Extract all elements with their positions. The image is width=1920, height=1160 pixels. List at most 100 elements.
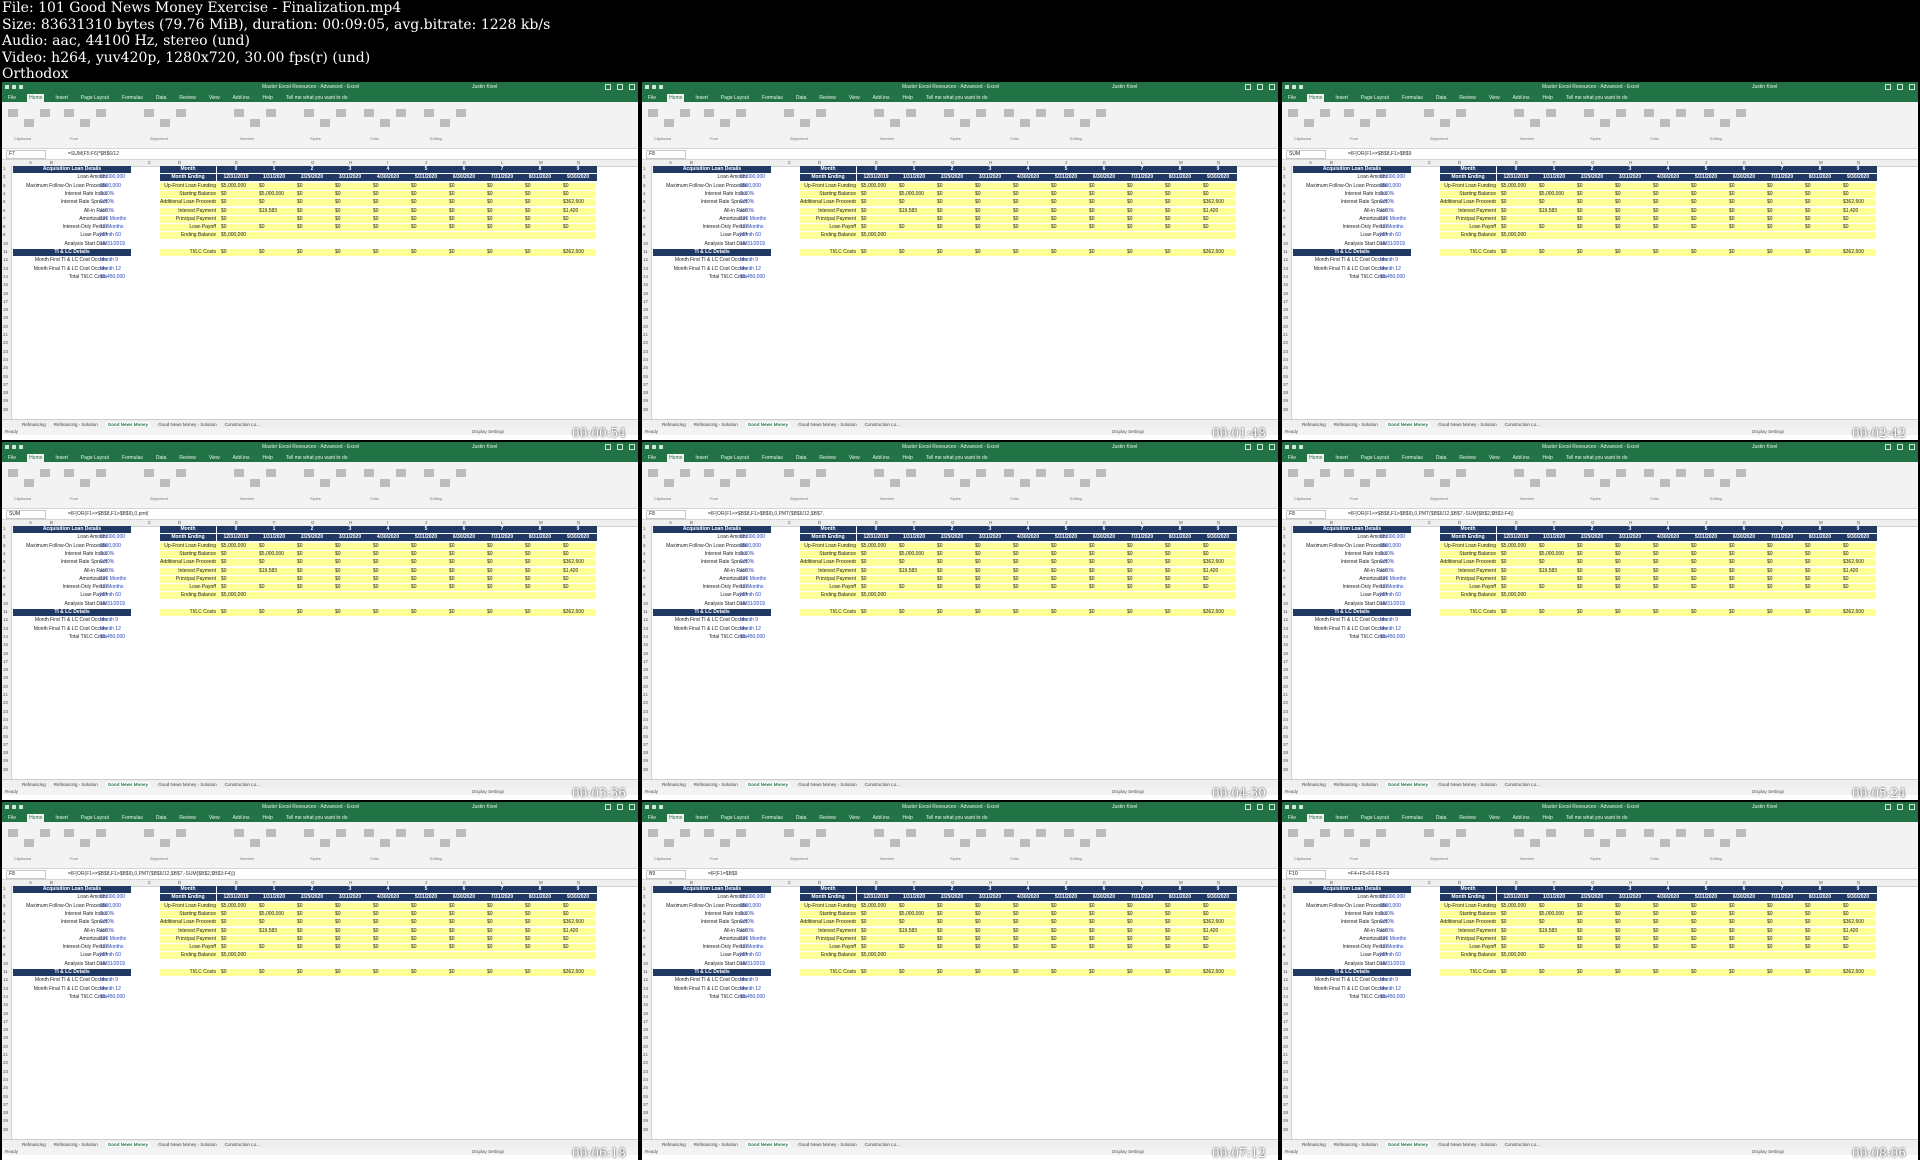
row-header[interactable]: 16 <box>643 1011 648 1016</box>
ribbon-icon[interactable] <box>1064 109 1074 117</box>
ribbon-icon[interactable] <box>456 829 466 837</box>
ribbon-icon[interactable] <box>1440 839 1450 847</box>
row-header[interactable]: 3 <box>3 543 6 548</box>
tab-tell-me-what-you-want-to-do[interactable]: Tell me what you want to do <box>1564 454 1630 462</box>
row-header[interactable]: 19 <box>3 675 8 680</box>
name-box[interactable]: F10 <box>1286 869 1326 879</box>
tab-home[interactable]: Home <box>667 454 685 462</box>
row-header[interactable]: 17 <box>1283 659 1288 664</box>
row-header[interactable]: 27 <box>3 382 8 387</box>
ribbon-icon[interactable] <box>250 839 260 847</box>
row-header[interactable]: 17 <box>643 659 648 664</box>
tab-tell-me-what-you-want-to-do[interactable]: Tell me what you want to do <box>1564 94 1630 102</box>
tab-add-ins[interactable]: Add-ins <box>1511 814 1532 822</box>
row-header[interactable]: 2 <box>1283 894 1286 899</box>
tab-view[interactable]: View <box>847 94 862 102</box>
column-header[interactable]: N <box>577 880 580 885</box>
tab-tell-me-what-you-want-to-do[interactable]: Tell me what you want to do <box>284 94 350 102</box>
ribbon-icon[interactable] <box>720 119 730 127</box>
formula-input[interactable]: =IF(F1=$B$9 <box>708 871 737 877</box>
row-header[interactable]: 25 <box>3 725 8 730</box>
row-header[interactable]: 18 <box>1283 307 1288 312</box>
row-header[interactable]: 17 <box>643 1019 648 1024</box>
ribbon-icon[interactable] <box>380 119 390 127</box>
row-header[interactable]: 9 <box>643 952 646 957</box>
minimize-icon[interactable] <box>1245 804 1251 810</box>
ribbon-icon[interactable] <box>1720 839 1730 847</box>
row-header[interactable]: 25 <box>1283 365 1288 370</box>
column-header[interactable]: A <box>29 520 32 525</box>
column-header[interactable]: C <box>148 880 151 885</box>
row-header[interactable]: 9 <box>1283 232 1286 237</box>
ribbon-icon[interactable] <box>874 829 884 837</box>
ribbon-icon[interactable] <box>1320 109 1330 117</box>
sheet-tab[interactable]: Construction Lo... <box>1505 422 1540 427</box>
tab-page-layout[interactable]: Page Layout <box>719 814 751 822</box>
row-header[interactable]: 23 <box>643 1069 648 1074</box>
row-header[interactable]: 13 <box>643 626 648 631</box>
tab-review[interactable]: Review <box>1457 814 1477 822</box>
tab-review[interactable]: Review <box>1457 454 1477 462</box>
row-header[interactable]: 4 <box>643 191 646 196</box>
column-header[interactable]: D <box>818 880 821 885</box>
ribbon-icon[interactable] <box>364 109 374 117</box>
row-header[interactable]: 7 <box>3 216 6 221</box>
column-header[interactable]: K <box>463 160 466 165</box>
ribbon-icon[interactable] <box>890 119 900 127</box>
save-icon[interactable] <box>1285 445 1289 449</box>
ribbon-icon[interactable] <box>304 469 314 477</box>
ribbon-icon[interactable] <box>1720 479 1730 487</box>
column-header[interactable]: L <box>501 880 504 885</box>
ribbon-icon[interactable] <box>944 109 954 117</box>
column-header[interactable]: F <box>273 160 276 165</box>
formula-input[interactable]: =F4+F5+F6-F8-F9 <box>1348 871 1389 877</box>
tab-add-ins[interactable]: Add-ins <box>1511 94 1532 102</box>
sheet-tab[interactable]: Refinancing - Solution <box>694 1142 738 1147</box>
column-header[interactable]: L <box>1141 520 1144 525</box>
row-header[interactable]: 27 <box>643 1102 648 1107</box>
tab-insert[interactable]: Insert <box>53 814 70 822</box>
column-header[interactable]: A <box>669 880 672 885</box>
ribbon-icon[interactable] <box>1320 469 1330 477</box>
row-header[interactable]: 26 <box>643 374 648 379</box>
row-header[interactable]: 11 <box>3 249 8 254</box>
column-header[interactable]: G <box>951 520 955 525</box>
ribbon-icon[interactable] <box>1720 119 1730 127</box>
ribbon-icon[interactable] <box>40 109 50 117</box>
column-header[interactable]: I <box>1027 160 1028 165</box>
sheet-tab[interactable]: Refinancing - Solution <box>694 782 738 787</box>
row-header[interactable]: 11 <box>1283 969 1288 974</box>
tab-page-layout[interactable]: Page Layout <box>719 94 751 102</box>
row-header[interactable]: 29 <box>643 1118 648 1123</box>
column-header[interactable]: B <box>1330 160 1333 165</box>
row-header[interactable]: 4 <box>1283 911 1286 916</box>
ribbon-icon[interactable] <box>664 479 674 487</box>
ribbon-icon[interactable] <box>1020 479 1030 487</box>
row-header[interactable]: 20 <box>643 324 648 329</box>
row-header[interactable]: 27 <box>643 382 648 387</box>
tab-insert[interactable]: Insert <box>1333 814 1350 822</box>
sheet-tab[interactable]: Refinancing - Solution <box>1334 782 1378 787</box>
ribbon-icon[interactable] <box>1660 479 1670 487</box>
display-settings[interactable]: Display Settings <box>1752 429 1784 434</box>
row-header[interactable]: 24 <box>643 717 648 722</box>
row-header[interactable]: 22 <box>3 1060 8 1065</box>
ribbon-icon[interactable] <box>1360 839 1370 847</box>
tab-formulas[interactable]: Formulas <box>120 454 145 462</box>
column-header[interactable]: G <box>311 880 315 885</box>
column-header[interactable]: B <box>690 160 693 165</box>
sheet-tab[interactable]: Refinancing <box>662 1142 686 1147</box>
row-header[interactable]: 27 <box>3 1102 8 1107</box>
row-header[interactable]: 27 <box>1283 1102 1288 1107</box>
tab-file[interactable]: File <box>1286 94 1298 102</box>
column-header[interactable]: G <box>311 160 315 165</box>
row-header[interactable]: 21 <box>1283 332 1288 337</box>
column-header[interactable]: E <box>875 160 878 165</box>
row-header[interactable]: 1 <box>643 166 646 171</box>
row-header[interactable]: 19 <box>643 675 648 680</box>
column-header[interactable]: B <box>50 160 53 165</box>
ribbon-icon[interactable] <box>1736 469 1746 477</box>
tab-formulas[interactable]: Formulas <box>760 94 785 102</box>
display-settings[interactable]: Display Settings <box>472 429 504 434</box>
row-header[interactable]: 16 <box>1283 291 1288 296</box>
